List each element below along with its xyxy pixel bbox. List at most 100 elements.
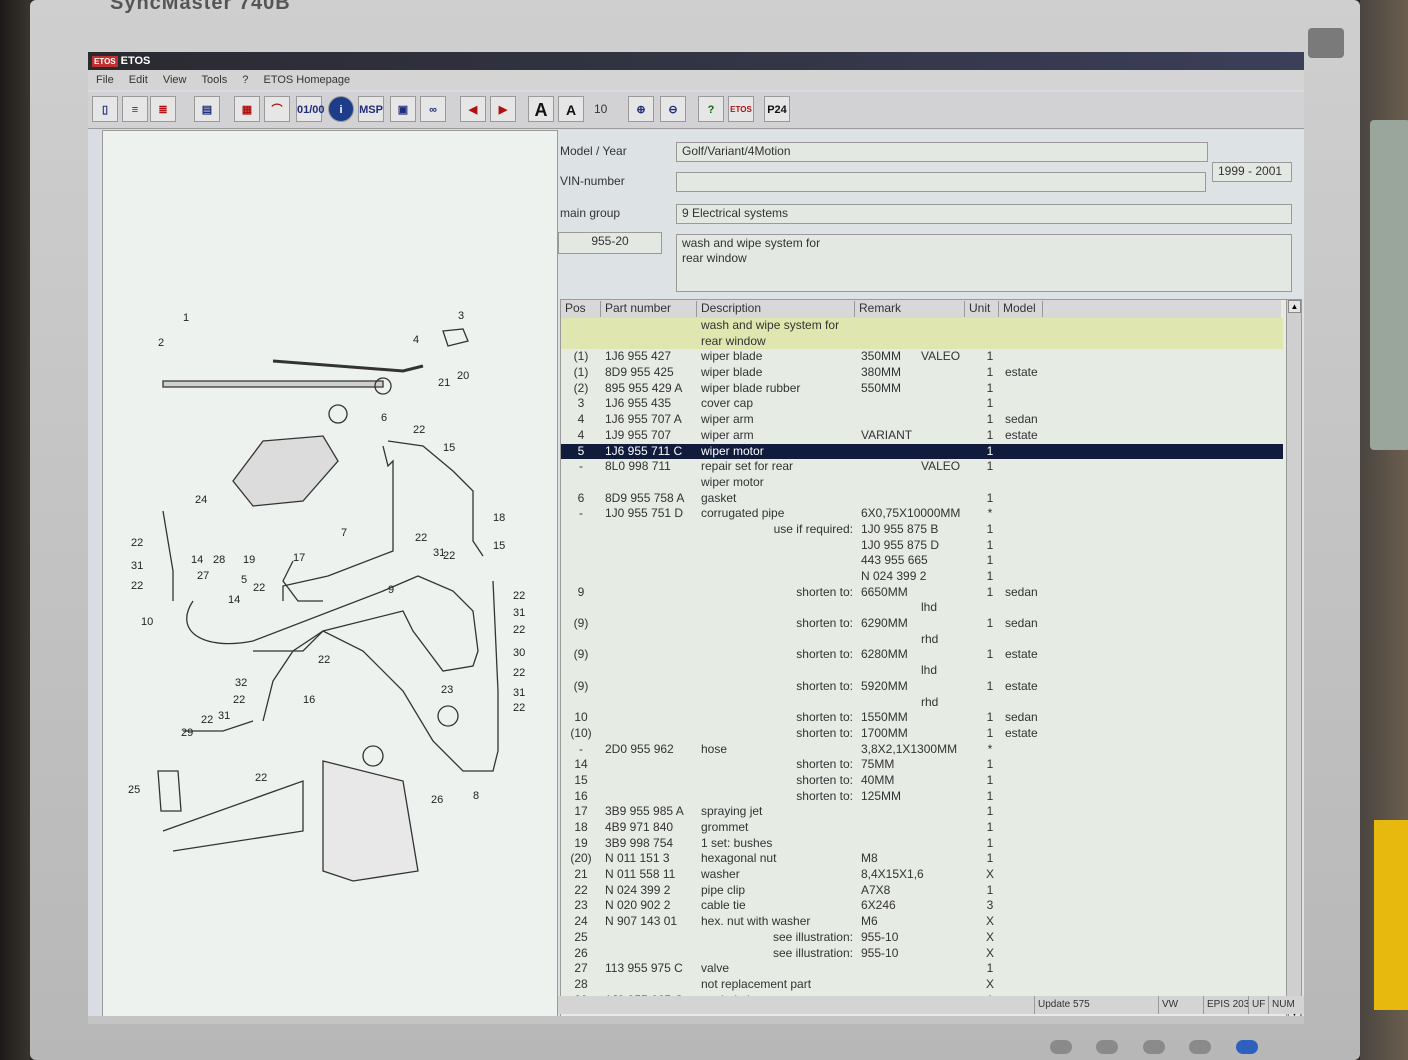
callout-label: 31: [513, 687, 525, 699]
table-row[interactable]: 21 N 011 558 11 washer 8,4X15X1,6 X: [561, 867, 1283, 883]
table-row[interactable]: 443 955 665 1: [561, 553, 1283, 569]
scan-icon[interactable]: ▣: [390, 96, 416, 122]
table-row[interactable]: (9) shorten to: 6280MM 1 estate: [561, 647, 1283, 663]
table-row[interactable]: (10) shorten to: 1700MM 1 estate: [561, 726, 1283, 742]
table-row[interactable]: 5 1J6 955 711 C wiper motor 1: [561, 443, 1283, 460]
table-row[interactable]: 28 not replacement part X: [561, 977, 1283, 993]
table-row[interactable]: - 1J0 955 751 D corrugated pipe 6X0,75X1000…: [561, 506, 1283, 522]
table-row[interactable]: 10 shorten to: 1550MM 1 sedan: [561, 710, 1283, 726]
table-row[interactable]: lhd: [561, 600, 1283, 616]
menu-file[interactable]: File: [96, 74, 114, 86]
table-row[interactable]: - 8L0 998 711 repair set for rear VALEO 1: [561, 459, 1283, 475]
parts-pane: Model / Year Golf/Variant/4Motion 1999 -…: [558, 130, 1304, 1024]
table-row[interactable]: 16 shorten to: 125MM 1: [561, 789, 1283, 805]
table-row[interactable]: use if required: 1J0 955 875 B 1: [561, 522, 1283, 538]
model-year-field[interactable]: Golf/Variant/4Motion: [676, 142, 1208, 162]
column-remark[interactable]: Remark: [855, 301, 965, 317]
font-increase-button[interactable]: A: [528, 96, 554, 122]
table-row[interactable]: 14 shorten to: 75MM 1: [561, 757, 1283, 773]
menu-help[interactable]: ?: [242, 74, 248, 86]
table-row[interactable]: rear window: [561, 333, 1283, 350]
table-row[interactable]: 27 113 955 975 C valve 1: [561, 961, 1283, 977]
cell-description: rear window: [701, 333, 766, 348]
table-row[interactable]: (20) N 011 151 3 hexagonal nut M8 1: [561, 851, 1283, 867]
menu-view[interactable]: View: [163, 74, 187, 86]
table-row[interactable]: 1J0 955 875 D 1: [561, 538, 1283, 554]
table-row[interactable]: 19 3B9 998 754 1 set: bushes 1: [561, 836, 1283, 852]
group-code-field[interactable]: 955-20: [558, 232, 662, 254]
ratio-button[interactable]: 01/00: [296, 96, 325, 122]
binoculars-icon[interactable]: ∞: [420, 96, 446, 122]
cell-remark: M8: [861, 851, 878, 866]
table-row[interactable]: N 024 399 2 1: [561, 569, 1283, 585]
new-document-icon[interactable]: ▯: [92, 96, 118, 122]
cell-description: pipe clip: [701, 882, 746, 897]
msp-button[interactable]: MSP: [358, 96, 384, 122]
column-model[interactable]: Model: [999, 301, 1043, 317]
table-row[interactable]: rhd: [561, 695, 1283, 711]
column-part-number[interactable]: Part number: [601, 301, 697, 317]
table-row[interactable]: - 2D0 955 962 hose 3,8X2,1X1300MM *: [561, 742, 1283, 758]
print-icon[interactable]: ▤: [194, 96, 220, 122]
vin-field[interactable]: [676, 172, 1206, 192]
cell-unit: 1: [986, 521, 994, 536]
zoom-out-icon[interactable]: ⊖: [660, 96, 686, 122]
table-row[interactable]: 17 3B9 955 985 A spraying jet 1: [561, 804, 1283, 820]
table-row[interactable]: wash and wipe system for: [561, 318, 1283, 334]
cell-part-number: 1J6 955 707 A: [605, 412, 682, 427]
table-row[interactable]: 24 N 907 143 01 hex. nut with washer M6 X: [561, 914, 1283, 930]
grid-view-icon[interactable]: ▦: [234, 96, 260, 122]
table-row[interactable]: (2) 895 955 429 A wiper blade rubber 550MM 1: [561, 381, 1283, 397]
table-scrollbar[interactable]: ▲ ▼: [1286, 300, 1301, 1020]
table-row[interactable]: 6 8D9 955 758 A gasket 1: [561, 491, 1283, 507]
vehicle-list-icon[interactable]: ≣: [150, 96, 176, 122]
scroll-up-icon[interactable]: ▲: [1288, 300, 1301, 313]
table-row[interactable]: (9) shorten to: 5920MM 1 estate: [561, 679, 1283, 695]
callout-label: 22: [513, 702, 525, 714]
p24-button[interactable]: P24: [764, 96, 790, 122]
exploded-illustration[interactable]: 1 2 3 4 20 21 6 22 15 18 7 17 19 28 14 2…: [102, 130, 558, 1022]
table-row[interactable]: lhd: [561, 663, 1283, 679]
table-row[interactable]: 15 shorten to: 40MM 1: [561, 773, 1283, 789]
column-description[interactable]: Description: [697, 301, 855, 317]
table-row[interactable]: 23 N 020 902 2 cable tie 6X246 3: [561, 898, 1283, 914]
table-row[interactable]: rhd: [561, 632, 1283, 648]
table-row[interactable]: wiper motor: [561, 475, 1283, 491]
column-unit[interactable]: Unit: [965, 301, 999, 317]
monitor-button[interactable]: [1142, 1040, 1165, 1054]
curve-icon[interactable]: ⌒: [264, 96, 290, 122]
group-description-field[interactable]: wash and wipe system for rear window: [676, 234, 1292, 292]
table-row[interactable]: 4 1J9 955 707 wiper arm VARIANT 1 estate: [561, 428, 1283, 444]
table-row[interactable]: (1) 1J6 955 427 wiper blade 350MM VALEO 1: [561, 349, 1283, 365]
previous-arrow-icon[interactable]: ◀: [460, 96, 486, 122]
monitor-button[interactable]: [1050, 1040, 1072, 1054]
main-group-field[interactable]: 9 Electrical systems: [676, 204, 1292, 224]
info-icon[interactable]: i: [328, 96, 354, 122]
menu-tools[interactable]: Tools: [202, 74, 228, 86]
table-row[interactable]: (1) 8D9 955 425 wiper blade 380MM 1 estate: [561, 365, 1283, 381]
menu-edit[interactable]: Edit: [129, 74, 148, 86]
table-row[interactable]: 25 see illustration: 955-10 X: [561, 930, 1283, 946]
cell-description: wiper blade: [701, 349, 763, 364]
zoom-in-icon[interactable]: ⊕: [628, 96, 654, 122]
parts-list-icon[interactable]: ≡: [122, 96, 148, 122]
year-range-field[interactable]: 1999 - 2001: [1212, 162, 1292, 182]
next-arrow-icon[interactable]: ▶: [490, 96, 516, 122]
help-icon[interactable]: ?: [698, 96, 724, 122]
monitor-button[interactable]: [1096, 1040, 1119, 1054]
cell-pos: (10): [570, 725, 592, 740]
table-row[interactable]: 18 4B9 971 840 grommet 1: [561, 820, 1283, 836]
table-row[interactable]: 4 1J6 955 707 A wiper arm 1 sedan: [561, 412, 1283, 428]
etos-button[interactable]: ETOS: [728, 96, 754, 122]
column-pos[interactable]: Pos: [561, 301, 601, 317]
table-row[interactable]: 26 see illustration: 955-10 X: [561, 946, 1283, 962]
table-row[interactable]: 22 N 024 399 2 pipe clip A7X8 1: [561, 883, 1283, 899]
menu-etos-homepage[interactable]: ETOS Homepage: [263, 74, 350, 86]
table-row[interactable]: (9) shorten to: 6290MM 1 sedan: [561, 616, 1283, 632]
cell-pos: 16: [574, 788, 588, 803]
monitor-button[interactable]: [1189, 1040, 1212, 1054]
font-decrease-button[interactable]: A: [558, 96, 584, 122]
table-row[interactable]: 3 1J6 955 435 cover cap 1: [561, 396, 1283, 412]
table-row[interactable]: 9 shorten to: 6650MM 1 sedan: [561, 585, 1283, 601]
monitor-power-button[interactable]: [1235, 1040, 1258, 1054]
